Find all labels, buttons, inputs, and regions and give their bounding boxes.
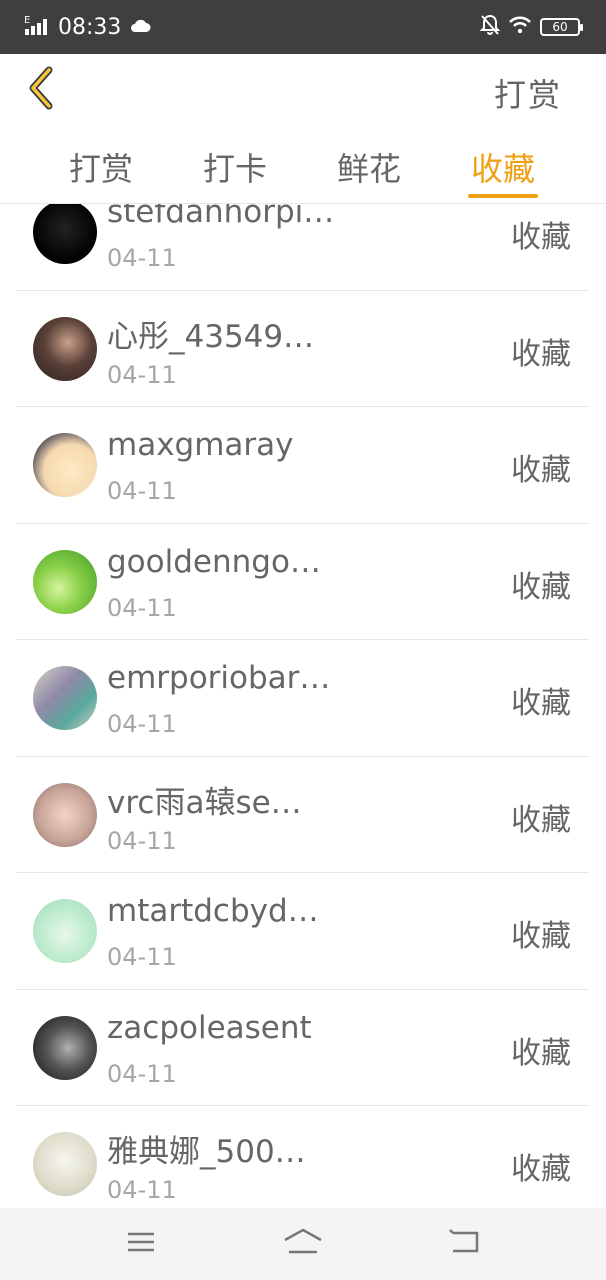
avatar xyxy=(33,316,97,381)
tab-reward[interactable]: 打赏 xyxy=(34,130,168,204)
system-nav-bar xyxy=(0,1208,606,1280)
favorite-label: 收藏 xyxy=(511,802,571,838)
wifi-icon xyxy=(508,16,532,38)
tab-flowers[interactable]: 鲜花 xyxy=(302,130,436,204)
tab-label: 收藏 xyxy=(470,150,535,188)
back-nav-button[interactable] xyxy=(435,1224,495,1264)
avatar xyxy=(33,1132,97,1196)
item-date: 04-11 xyxy=(107,477,177,505)
item-date: 04-11 xyxy=(107,360,177,389)
avatar xyxy=(33,204,97,264)
list-item[interactable]: 心彤_43549… 04-11 收藏 xyxy=(17,291,589,407)
favorites-list: stefdanhorpi… 04-11 收藏 心彤_43549… 04-11 收… xyxy=(0,204,606,1208)
list-item[interactable]: gooldenngo… 04-11 收藏 xyxy=(17,524,589,640)
list-item[interactable]: mtartdcbyd… 04-11 收藏 xyxy=(17,873,589,990)
favorite-label: 收藏 xyxy=(511,569,571,605)
list-item[interactable]: 雅典娜_500… 04-11 收藏 xyxy=(17,1106,589,1208)
tab-label: 打赏 xyxy=(68,150,133,188)
avatar xyxy=(33,549,97,614)
favorites-list-viewport[interactable]: stefdanhorpi… 04-11 收藏 心彤_43549… 04-11 收… xyxy=(0,204,606,1208)
app-header: 打赏 xyxy=(0,54,606,130)
signal-icon: E xyxy=(24,14,50,40)
item-date: 04-11 xyxy=(107,1059,177,1088)
user-name: zacpoleasent xyxy=(107,1009,312,1046)
user-name: 心彤_43549… xyxy=(107,318,315,355)
favorite-label: 收藏 xyxy=(511,1035,571,1071)
favorite-label: 收藏 xyxy=(511,1152,571,1187)
home-button[interactable] xyxy=(273,1224,333,1264)
favorite-label: 收藏 xyxy=(511,686,571,721)
avatar xyxy=(33,666,97,730)
menu-icon xyxy=(126,1230,156,1258)
user-name: stefdanhorpi… xyxy=(107,204,335,230)
avatar xyxy=(33,1015,97,1080)
svg-text:E: E xyxy=(24,15,30,26)
battery-indicator: 60 xyxy=(540,18,583,36)
favorite-label: 收藏 xyxy=(511,220,571,255)
list-item[interactable]: emrporiobar… 04-11 收藏 xyxy=(17,640,589,757)
avatar xyxy=(33,433,97,497)
list-item[interactable]: maxgmaray 04-11 收藏 xyxy=(17,407,589,524)
chevron-left-icon xyxy=(25,66,55,114)
favorite-label: 收藏 xyxy=(511,919,571,954)
item-date: 04-11 xyxy=(107,710,177,738)
item-date: 04-11 xyxy=(107,826,177,855)
list-item[interactable]: zacpoleasent 04-11 收藏 xyxy=(17,990,589,1106)
tab-indicator xyxy=(468,194,538,198)
favorite-label: 收藏 xyxy=(511,336,571,372)
silent-bell-icon xyxy=(479,14,501,40)
user-name: vrc雨a辕se… xyxy=(107,784,302,821)
user-name: emrporiobar… xyxy=(107,660,331,696)
tab-bar: 打赏 打卡 鲜花 收藏 xyxy=(0,130,606,204)
status-bar: E 08:33 60 xyxy=(0,0,606,54)
status-right: 60 xyxy=(479,14,583,40)
item-date: 04-11 xyxy=(107,943,177,971)
user-name: 雅典娜_500… xyxy=(107,1134,306,1170)
avatar xyxy=(33,899,97,963)
item-date: 04-11 xyxy=(107,593,177,622)
cloud-icon xyxy=(129,17,151,37)
list-item[interactable]: vrc雨a辕se… 04-11 收藏 xyxy=(17,757,589,873)
user-name: mtartdcbyd… xyxy=(107,893,319,929)
user-name: maxgmaray xyxy=(107,427,294,463)
tab-label: 打卡 xyxy=(202,150,267,188)
item-date: 04-11 xyxy=(107,1176,177,1204)
return-icon xyxy=(449,1229,481,1259)
list-item[interactable]: stefdanhorpi… 04-11 收藏 xyxy=(17,204,589,291)
status-left: E 08:33 xyxy=(24,14,151,40)
tab-checkin[interactable]: 打卡 xyxy=(168,130,302,204)
menu-button[interactable] xyxy=(111,1224,171,1264)
header-reward-button[interactable]: 打赏 xyxy=(494,70,562,116)
avatar xyxy=(33,782,97,847)
back-button[interactable] xyxy=(18,66,62,114)
status-time: 08:33 xyxy=(58,14,122,40)
user-name: gooldenngo… xyxy=(107,543,321,580)
favorite-label: 收藏 xyxy=(511,453,571,488)
home-icon xyxy=(283,1228,323,1260)
item-date: 04-11 xyxy=(107,244,177,272)
tab-favorites[interactable]: 收藏 xyxy=(436,130,570,204)
tab-label: 鲜花 xyxy=(336,150,401,188)
